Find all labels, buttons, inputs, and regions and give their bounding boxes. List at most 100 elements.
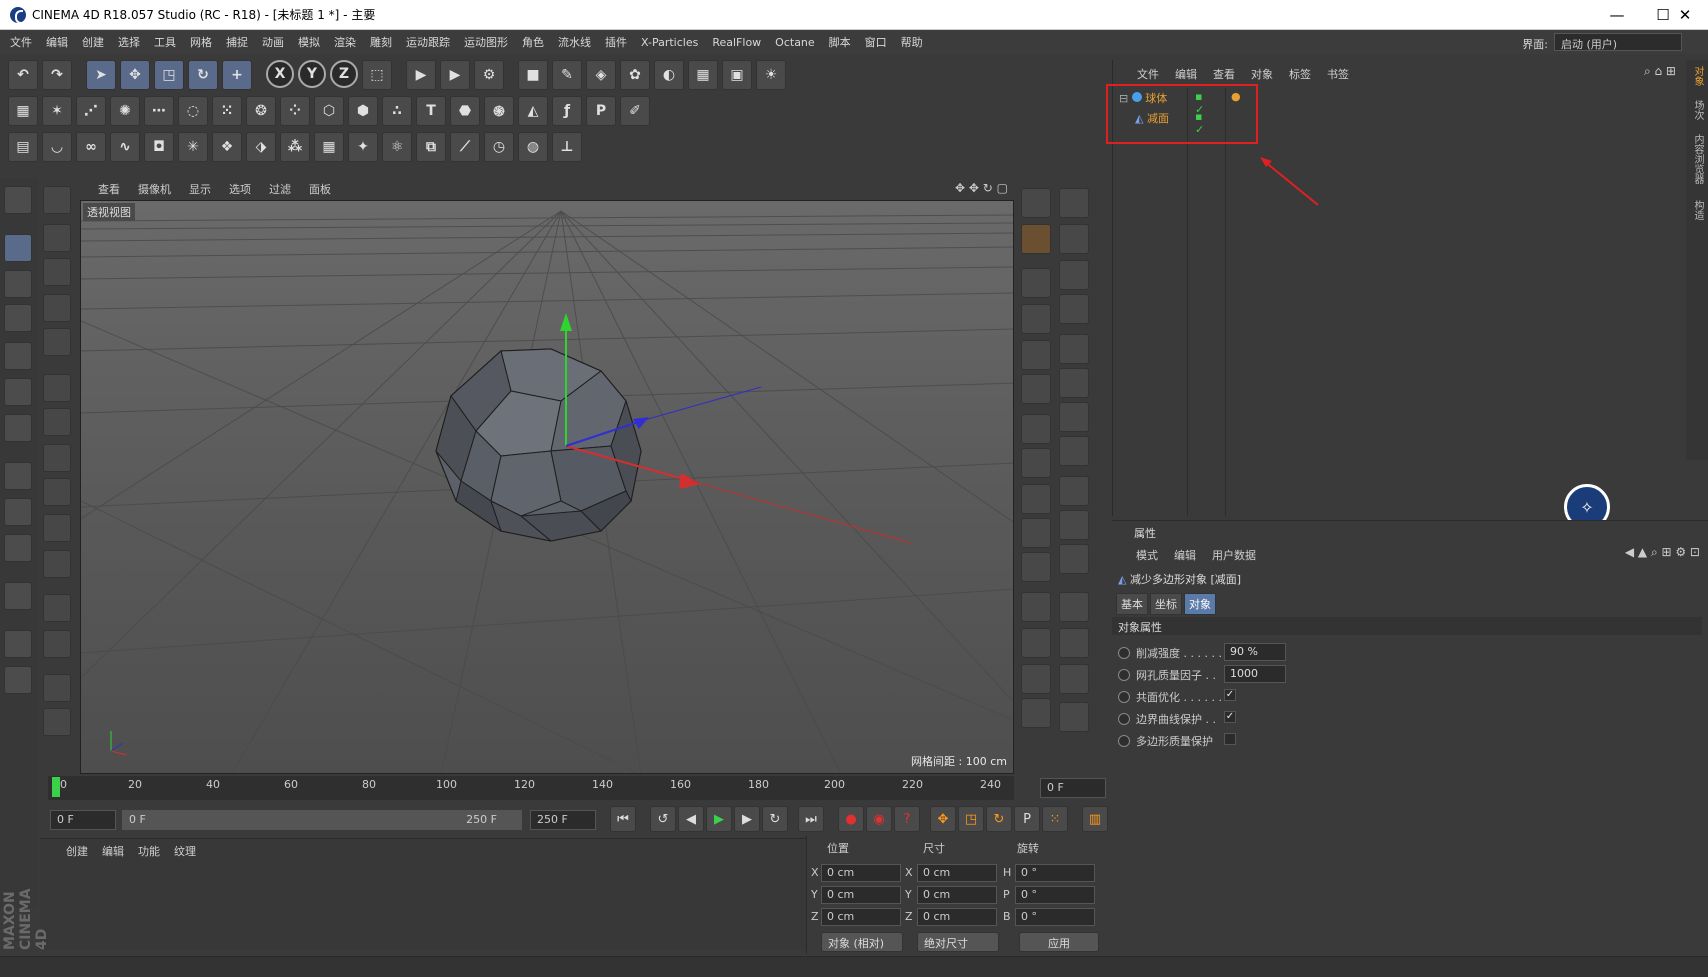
planar-workplane-icon[interactable] xyxy=(4,666,32,694)
model-mode-icon[interactable] xyxy=(4,234,32,262)
next-frame-icon[interactable]: ▶ xyxy=(734,806,760,832)
menu-render[interactable]: 渲染 xyxy=(334,34,356,50)
make-editable-icon[interactable] xyxy=(4,186,32,214)
move-tool-icon[interactable]: ✥ xyxy=(120,60,150,90)
rot-h-field[interactable]: 0 ° xyxy=(1015,864,1095,882)
live-selection-icon[interactable] xyxy=(43,224,71,252)
deformer-bulge-icon[interactable] xyxy=(1059,224,1089,254)
rot-p-field[interactable]: 0 ° xyxy=(1015,886,1095,904)
solo-icon[interactable] xyxy=(4,534,32,562)
key-rotation-icon[interactable]: ↻ xyxy=(986,806,1012,832)
range-slider[interactable]: 0 F 250 F xyxy=(122,810,522,830)
key-scale-icon[interactable]: ◳ xyxy=(958,806,984,832)
pos-z-field[interactable]: 0 cm xyxy=(821,908,901,926)
spline-icon[interactable]: ⋯ xyxy=(144,96,174,126)
deformer-taper-icon[interactable] xyxy=(1059,260,1089,290)
obj-search-icon[interactable]: ⌕ ⌂ ⊞ xyxy=(1644,64,1676,79)
size-x-field[interactable]: 0 cm xyxy=(917,864,997,882)
menu-mesh[interactable]: 网格 xyxy=(190,34,212,50)
array-tool-icon[interactable] xyxy=(1021,414,1051,444)
extrude-nurbs-icon[interactable] xyxy=(1021,374,1051,404)
start-frame-field[interactable]: 0 F xyxy=(50,810,116,830)
cube-icon[interactable]: ■ xyxy=(518,60,548,90)
render-settings-icon[interactable]: ⚙ xyxy=(474,60,504,90)
material-menu-function[interactable]: 功能 xyxy=(138,843,160,859)
material-manager[interactable]: 创建 编辑 功能 纹理 xyxy=(40,838,806,950)
deformer-wave-icon[interactable] xyxy=(1059,510,1089,540)
light-icon[interactable]: ☀ xyxy=(756,60,786,90)
key-pla-icon[interactable]: ⁙ xyxy=(1042,806,1068,832)
python-icon[interactable]: ❖ xyxy=(212,132,242,162)
obj-menu-edit[interactable]: 编辑 xyxy=(1175,66,1197,82)
cube-green-icon[interactable]: ⬢ xyxy=(348,96,378,126)
pen-tool-icon[interactable] xyxy=(1021,224,1051,254)
current-frame-field[interactable]: 0 F xyxy=(1040,778,1106,798)
side-tab-takes[interactable]: 场次 xyxy=(1689,100,1705,120)
scale-tool-icon[interactable]: ◳ xyxy=(154,60,184,90)
deformer-melt-icon[interactable] xyxy=(1059,436,1089,466)
menu-select[interactable]: 选择 xyxy=(118,34,140,50)
deformer-bend-icon[interactable] xyxy=(1059,188,1089,218)
ring-selection-icon[interactable] xyxy=(43,408,71,436)
coil-icon[interactable]: ∞ xyxy=(76,132,106,162)
lasso-selection-icon[interactable] xyxy=(43,294,71,322)
rotate-tool-icon[interactable]: ↻ xyxy=(188,60,218,90)
spline-tool-icon[interactable] xyxy=(1021,268,1051,298)
grid-tool-icon[interactable] xyxy=(43,630,71,658)
menu-create[interactable]: 创建 xyxy=(82,34,104,50)
workplane-icon[interactable] xyxy=(4,304,32,332)
box-green-icon[interactable]: ⬡ xyxy=(314,96,344,126)
obj-menu-objects[interactable]: 对象 xyxy=(1251,66,1273,82)
cube-tool-icon[interactable] xyxy=(1021,188,1051,218)
menu-pipeline[interactable]: 流水线 xyxy=(558,34,591,50)
minimize-icon[interactable]: — xyxy=(1594,0,1640,30)
fill-selection-icon[interactable] xyxy=(43,478,71,506)
y-axis-lock-icon[interactable]: Y xyxy=(298,60,326,88)
grid-icon[interactable]: ▦ xyxy=(8,96,38,126)
deformer-polygon-reduction-icon[interactable] xyxy=(1059,592,1089,622)
align-icon[interactable]: ⊥ xyxy=(552,132,582,162)
lattice-icon[interactable]: ▦ xyxy=(314,132,344,162)
recent-tool-icon[interactable]: + xyxy=(222,60,252,90)
sculpt-icon[interactable]: ◭ xyxy=(518,96,548,126)
tab-object[interactable]: 对象 xyxy=(1184,593,1216,615)
goto-start-icon[interactable]: ⏮ xyxy=(610,806,636,832)
keyframe-selection-icon[interactable]: ? xyxy=(894,806,920,832)
workplane-lock-icon[interactable] xyxy=(4,630,32,658)
help-icon[interactable] xyxy=(43,186,71,214)
menu-file[interactable]: 文件 xyxy=(10,34,32,50)
subdivision-icon[interactable]: ◈ xyxy=(586,60,616,90)
obj-menu-view[interactable]: 查看 xyxy=(1213,66,1235,82)
undo-icon[interactable]: ↶ xyxy=(8,60,38,90)
polygons-mode-icon[interactable] xyxy=(4,414,32,442)
deformer-wrap-icon[interactable] xyxy=(1059,402,1089,432)
boole-icon[interactable] xyxy=(1021,448,1051,478)
sweep-icon[interactable] xyxy=(1021,592,1051,622)
render-picture-viewer-icon[interactable]: ▶ xyxy=(440,60,470,90)
scatter-icon[interactable]: ⁂ xyxy=(280,132,310,162)
apply-button[interactable]: 应用 xyxy=(1019,932,1099,952)
viewport-menu-options[interactable]: 选项 xyxy=(229,181,251,197)
knife-icon[interactable] xyxy=(43,674,71,702)
rect-selection-icon[interactable] xyxy=(43,258,71,286)
rot-b-field[interactable]: 0 ° xyxy=(1015,908,1095,926)
deformer-smooth-icon[interactable] xyxy=(1059,628,1089,658)
brush-icon[interactable]: ✺ xyxy=(110,96,140,126)
tab-coord[interactable]: 坐标 xyxy=(1150,593,1182,615)
molecule-icon[interactable]: ⚛ xyxy=(382,132,412,162)
pos-x-field[interactable]: 0 cm xyxy=(821,864,901,882)
menu-help[interactable]: 帮助 xyxy=(901,34,923,50)
size-z-field[interactable]: 0 cm xyxy=(917,908,997,926)
menu-script[interactable]: 脚本 xyxy=(829,34,851,50)
editor-icon[interactable]: ✐ xyxy=(620,96,650,126)
viewport-nav-icon[interactable]: ✥ ✥ ↻ ▢ xyxy=(955,181,1008,195)
swirl-icon[interactable]: ֍ xyxy=(484,96,514,126)
extrude-icon[interactable] xyxy=(43,550,71,578)
deformer-ffd-icon[interactable] xyxy=(1059,368,1089,398)
viewport-menu-panel[interactable]: 面板 xyxy=(309,181,331,197)
cloner-icon[interactable]: ✿ xyxy=(620,60,650,90)
texture-mode-icon[interactable] xyxy=(4,270,32,298)
anim-radio-icon[interactable] xyxy=(1118,735,1130,747)
symmetry-icon[interactable] xyxy=(1021,484,1051,514)
coplanar-checkbox[interactable]: ✓ xyxy=(1224,689,1236,701)
